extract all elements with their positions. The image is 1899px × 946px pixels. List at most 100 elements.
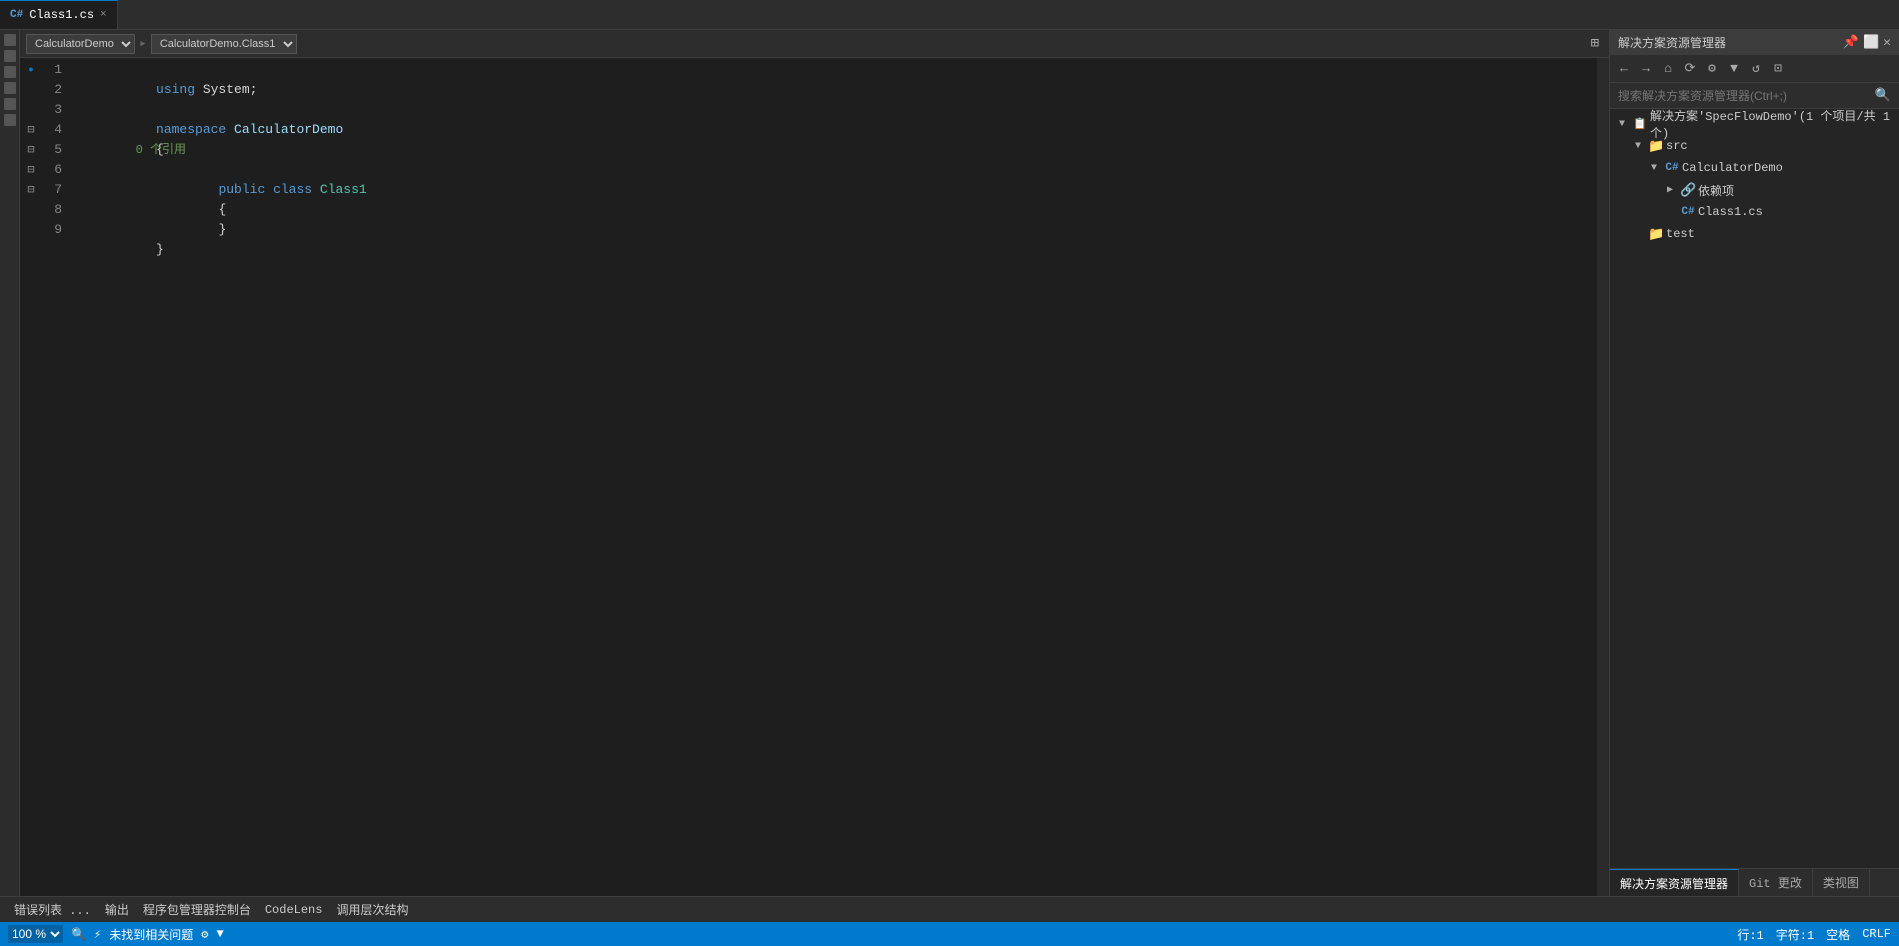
line-num-9: 9 [20, 220, 62, 240]
bottom-codelens[interactable]: CodeLens [259, 897, 329, 922]
code-comment-refs: 0 个引用 [70, 140, 1597, 160]
status-right: 行:1 字符:1 空格 CRLF [1737, 926, 1891, 943]
solution-refresh-button[interactable]: ↺ [1746, 59, 1766, 79]
src-label: src [1666, 139, 1895, 153]
error-icon: ⚡ [94, 927, 101, 942]
bottom-package-manager[interactable]: 程序包管理器控制台 [137, 897, 257, 922]
tree-item-src[interactable]: ▼ 📁 src [1610, 135, 1899, 157]
tree-item-test[interactable]: 📁 test [1610, 223, 1899, 245]
test-label: test [1666, 227, 1895, 241]
activity-dot-4 [4, 82, 16, 94]
code-line-8: } [70, 220, 1597, 240]
bottom-call-hierarchy[interactable]: 调用层次结构 [330, 897, 414, 922]
dependencies-label: 依赖项 [1698, 182, 1895, 199]
project-dropdown[interactable]: CalculatorDemo [26, 34, 135, 54]
solution-arrow: ▼ [1614, 119, 1630, 130]
code-line-2 [70, 80, 1597, 100]
activity-dot-2 [4, 50, 16, 62]
zoom-icon: 🔍 [71, 927, 86, 942]
editor-scrollbar[interactable] [1597, 58, 1609, 896]
bottom-error-list[interactable]: 错误列表 ... [8, 897, 97, 922]
solution-preview-button[interactable]: ⊡ [1768, 59, 1788, 79]
solution-back-button[interactable]: ← [1614, 59, 1634, 79]
line-num-3: 3 [20, 100, 62, 120]
code-editor: ● 1 2 3 ⊟ 4 ⊟ 5 [20, 58, 1609, 896]
main-layout: CalculatorDemo ▸ CalculatorDemo.Class1 ⊞… [0, 30, 1899, 896]
line-num-4: ⊟ 4 [20, 120, 62, 140]
calculatordemo-arrow: ▼ [1646, 163, 1662, 174]
test-folder-icon: 📁 [1648, 227, 1664, 242]
split-editor-button[interactable]: ⊞ [1587, 35, 1603, 52]
editor-header: CalculatorDemo ▸ CalculatorDemo.Class1 ⊞ [20, 30, 1609, 58]
tree-item-calculatordemo[interactable]: ▼ C# CalculatorDemo [1610, 157, 1899, 179]
activity-dot-3 [4, 66, 16, 78]
tree-item-dependencies[interactable]: ▶ 🔗 依赖项 [1610, 179, 1899, 201]
tab-class-view[interactable]: 类视图 [1813, 869, 1870, 896]
code-line-1: using System; [70, 60, 1597, 80]
solution-explorer-panel: 解决方案资源管理器 📌 ⬜ ✕ ← → ⌂ ⟳ ⚙ ▼ ↺ ⊡ 🔍 [1609, 30, 1899, 896]
code-content[interactable]: using System; namespace CalculatorDemo {… [70, 58, 1597, 896]
solution-bottom-tabs: 解决方案资源管理器 Git 更改 类视图 [1610, 868, 1899, 896]
activity-bar [0, 30, 20, 896]
tree-item-class1cs[interactable]: C# Class1.cs [1610, 201, 1899, 223]
tab-class1cs[interactable]: C# Class1.cs × [0, 0, 118, 29]
solution-toolbar: ← → ⌂ ⟳ ⚙ ▼ ↺ ⊡ [1610, 55, 1899, 83]
bottom-toolbar: 错误列表 ... 输出 程序包管理器控制台 CodeLens 调用层次结构 [0, 896, 1899, 922]
zoom-control: 100 % [8, 925, 63, 943]
code-line-9 [70, 240, 1597, 260]
line-num-2: 2 [20, 80, 62, 100]
pin-button[interactable]: 📌 [1843, 35, 1859, 50]
close-panel-button[interactable]: ✕ [1883, 35, 1891, 50]
errors-label: 未找到相关问题 [109, 926, 193, 943]
solution-titlebar: 解决方案资源管理器 📌 ⬜ ✕ [1610, 30, 1899, 55]
dependencies-icon: 🔗 [1680, 183, 1696, 198]
solution-sync-button[interactable]: ⟳ [1680, 59, 1700, 79]
solution-search-bar: 🔍 [1610, 83, 1899, 109]
bottom-output[interactable]: 输出 [99, 897, 135, 922]
breadcrumb-separator: ▸ [139, 36, 147, 51]
tab-solution-explorer[interactable]: 解决方案资源管理器 [1610, 869, 1739, 896]
status-bar: 100 % 🔍 ⚡ 未找到相关问题 ⚙ ▼ 行:1 字符:1 空格 CRLF [0, 922, 1899, 946]
solution-tree: ▼ 📋 解决方案'SpecFlowDemo'(1 个项目/共 1 个) ▼ 📁 … [1610, 109, 1899, 868]
encoding-label: 空格 [1826, 926, 1850, 943]
solution-titlebar-buttons: 📌 ⬜ ✕ [1843, 35, 1891, 50]
dependencies-arrow: ▶ [1662, 184, 1678, 196]
class1cs-icon: C# [1680, 206, 1696, 218]
line-num-7: ⊟ 7 [20, 180, 62, 200]
tab-git-changes[interactable]: Git 更改 [1739, 869, 1813, 896]
zoom-select[interactable]: 100 % [8, 925, 63, 943]
status-left: 100 % 🔍 ⚡ 未找到相关问题 ⚙ ▼ [8, 925, 224, 943]
cs-file-icon: C# [10, 9, 23, 21]
maximize-button[interactable]: ⬜ [1863, 35, 1879, 50]
solution-icon: 📋 [1632, 117, 1648, 131]
project-icon: C# [1664, 162, 1680, 174]
solution-home-button[interactable]: ⌂ [1658, 59, 1678, 79]
tab-filename: Class1.cs [29, 8, 94, 22]
code-line-3: namespace CalculatorDemo [70, 100, 1597, 120]
tree-item-solution[interactable]: ▼ 📋 解决方案'SpecFlowDemo'(1 个项目/共 1 个) [1610, 113, 1899, 135]
line-num-5: ⊟ 5 [20, 140, 62, 160]
code-line-5: public class Class1 [70, 160, 1597, 180]
tab-bar: C# Class1.cs × [0, 0, 1899, 30]
col-label: 字符:1 [1776, 926, 1814, 943]
line-num-6: ⊟ 6 [20, 160, 62, 180]
line-1-indicator: ● [24, 60, 38, 80]
solution-forward-button[interactable]: → [1636, 59, 1656, 79]
line-ending-label: CRLF [1862, 927, 1891, 941]
solution-search-input[interactable] [1618, 89, 1875, 103]
settings-arrow-icon: ▼ [216, 927, 223, 941]
activity-dot-6 [4, 114, 16, 126]
search-icon: 🔍 [1875, 88, 1891, 103]
row-label: 行:1 [1737, 926, 1763, 943]
line-num-8: 8 [20, 200, 62, 220]
solution-filter-button[interactable]: ▼ [1724, 59, 1744, 79]
solution-settings-button[interactable]: ⚙ [1702, 59, 1722, 79]
line-numbers: ● 1 2 3 ⊟ 4 ⊟ 5 [20, 58, 70, 896]
src-arrow: ▼ [1630, 141, 1646, 152]
class-dropdown[interactable]: CalculatorDemo.Class1 [151, 34, 297, 54]
code-line-7: } [70, 200, 1597, 220]
calculatordemo-label: CalculatorDemo [1682, 161, 1895, 175]
tab-close-button[interactable]: × [100, 9, 107, 21]
folder-icon: 📁 [1648, 139, 1664, 154]
solution-title: 解决方案资源管理器 [1618, 34, 1726, 51]
